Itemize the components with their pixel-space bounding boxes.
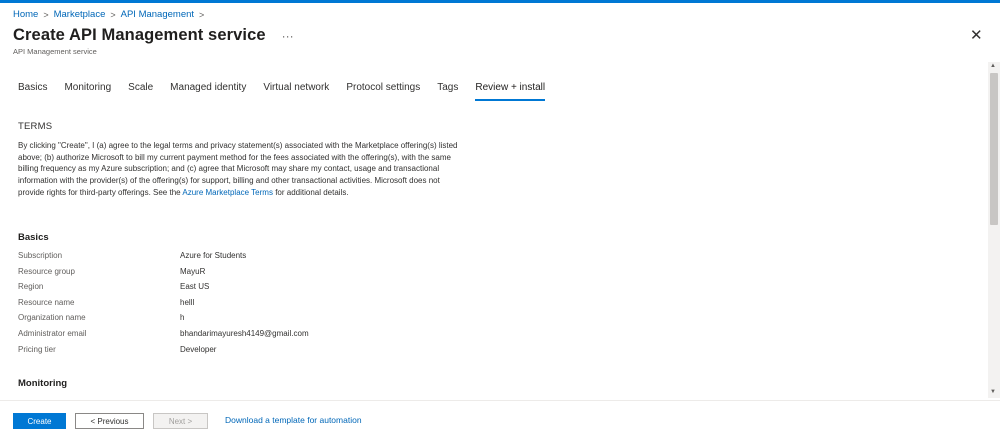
summary-row: Organization name h (18, 313, 184, 322)
summary-value: MayuR (180, 267, 206, 276)
tab-protocol-settings[interactable]: Protocol settings (346, 82, 420, 101)
summary-value: bhandarimayuresh4149@gmail.com (180, 329, 309, 338)
summary-value: h (180, 313, 185, 322)
terms-heading: TERMS (18, 121, 53, 132)
scroll-down-arrow-icon[interactable]: ▼ (990, 389, 996, 395)
tab-managed-identity[interactable]: Managed identity (170, 82, 246, 101)
close-icon[interactable]: ✕ (970, 28, 983, 43)
tab-tags[interactable]: Tags (437, 82, 458, 101)
summary-label: Resource name (18, 298, 75, 307)
terms-text: By clicking "Create", I (a) agree to the… (18, 140, 468, 199)
summary-label: Region (18, 282, 44, 291)
monitoring-heading: Monitoring (18, 378, 68, 389)
tab-scale[interactable]: Scale (128, 82, 153, 101)
terms-text-after: for additional details. (275, 187, 349, 197)
summary-value: Developer (180, 345, 217, 354)
summary-row: Administrator email bhandarimayuresh4149… (18, 329, 309, 338)
next-button[interactable]: Next > (153, 413, 208, 429)
marketplace-terms-link[interactable]: Azure Marketplace Terms (182, 188, 273, 197)
summary-value: East US (180, 282, 210, 291)
scroll-up-arrow-icon[interactable]: ▲ (990, 63, 996, 69)
tab-monitoring[interactable]: Monitoring (64, 82, 111, 101)
breadcrumb-marketplace[interactable]: Marketplace (54, 9, 106, 20)
breadcrumb-separator: > (110, 9, 116, 20)
summary-label: Resource group (18, 267, 75, 276)
top-accent-bar (0, 0, 1000, 3)
tab-basics[interactable]: Basics (18, 82, 47, 101)
page-subtitle: API Management service (13, 47, 97, 56)
summary-label: Administrator email (18, 329, 87, 338)
review-content: TERMS By clicking "Create", I (a) agree … (18, 110, 978, 395)
title-row: Create API Management service ··· (13, 26, 294, 45)
summary-row: Pricing tier Developer (18, 345, 216, 354)
breadcrumb-separator: > (43, 9, 49, 20)
previous-button[interactable]: < Previous (75, 413, 144, 429)
create-button[interactable]: Create (13, 413, 66, 429)
summary-row: Resource name helll (18, 298, 194, 307)
summary-label: Subscription (18, 251, 63, 260)
summary-row: Resource group MayuR (18, 267, 205, 276)
more-options-icon[interactable]: ··· (282, 29, 294, 43)
breadcrumb-separator: > (199, 9, 205, 20)
summary-label: Pricing tier (18, 345, 56, 354)
tab-bar: Basics Monitoring Scale Managed identity… (18, 82, 562, 101)
breadcrumb: Home > Marketplace > API Management > (13, 9, 204, 20)
breadcrumb-home[interactable]: Home (13, 9, 38, 20)
summary-label: Organization name (18, 313, 86, 322)
breadcrumb-api-management[interactable]: API Management (121, 9, 194, 20)
page-title: Create API Management service (13, 26, 266, 44)
summary-value: Azure for Students (180, 251, 247, 260)
summary-row: Subscription Azure for Students (18, 251, 246, 260)
summary-row: Region East US (18, 282, 209, 291)
footer-bar: Create < Previous Next > Download a temp… (0, 400, 1000, 441)
download-template-link[interactable]: Download a template for automation (225, 415, 362, 425)
scrollbar-thumb[interactable] (990, 73, 998, 225)
summary-value: helll (180, 298, 195, 307)
tab-review-install[interactable]: Review + install (475, 82, 546, 101)
basics-heading: Basics (18, 232, 49, 243)
tab-virtual-network[interactable]: Virtual network (263, 82, 329, 101)
